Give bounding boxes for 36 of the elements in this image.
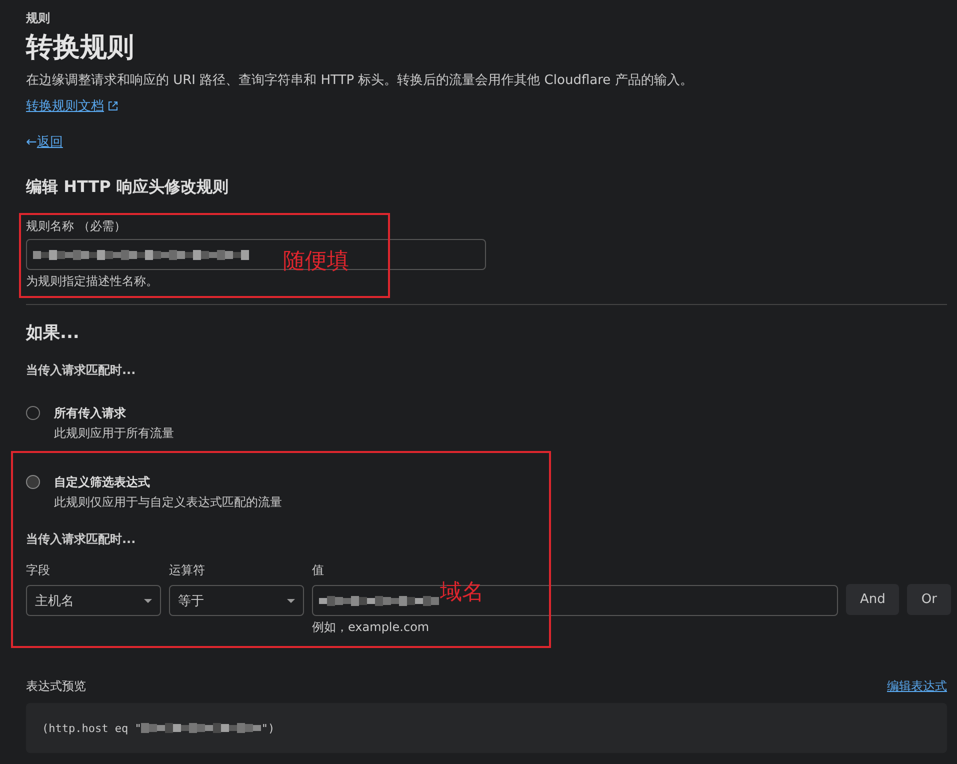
condition-title: 如果... [26, 322, 80, 344]
annotation-text: 随便填 [283, 248, 349, 276]
field-hint: 例如，example.com [312, 619, 430, 636]
external-link-icon [108, 101, 118, 111]
logic-button[interactable]: Or [907, 584, 951, 615]
docs-link[interactable]: 转换规则文档 [26, 97, 104, 115]
section-title: 编辑 HTTP 响应头修改规则 [26, 177, 230, 198]
radio-button[interactable] [26, 406, 40, 420]
logic-button[interactable]: And [846, 584, 900, 615]
expression-text: (http.host eq " [42, 722, 142, 734]
match-label: 当传入请求匹配时... [26, 362, 137, 379]
page-description: 在边缘调整请求和响应的 URI 路径、查询字符串和 HTTP 标头。转换后的流量会用作其他 Cloudflare 产品的输入。 [26, 72, 694, 89]
rule-name-field[interactable] [26, 239, 486, 270]
match-label: 当传入请求匹配时... [26, 531, 137, 548]
option-description: 此规则应用于所有流量 [54, 425, 174, 442]
dropdown[interactable]: 主机名 [26, 585, 161, 616]
edit-expression-link[interactable]: 编辑表达式 [887, 678, 947, 695]
expression-text: ") [261, 722, 275, 734]
field-label: 规则名称 （必需） [26, 218, 126, 235]
back-link[interactable]: 返回 [36, 133, 63, 151]
column-label: 运算符 [169, 562, 206, 579]
preview-label: 表达式预览 [26, 678, 86, 695]
page-title: 转换规则 [26, 31, 135, 65]
option-description: 此规则仅应用于与自定义表达式匹配的流量 [54, 494, 282, 511]
caret-icon [287, 598, 295, 602]
back-arrow: ← [26, 134, 37, 150]
dropdown[interactable]: 等于 [169, 585, 304, 616]
column-label: 值 [312, 562, 325, 579]
field-hint: 为规则指定描述性名称。 [26, 273, 158, 290]
caret-icon [144, 598, 152, 602]
column-label: 字段 [26, 562, 51, 579]
option-title: 自定义筛选表达式 [54, 474, 151, 491]
option-title: 所有传入请求 [54, 405, 127, 422]
breadcrumb: 规则 [26, 10, 51, 27]
radio-button[interactable] [26, 475, 40, 489]
annotation-text: 域名 [440, 579, 484, 607]
